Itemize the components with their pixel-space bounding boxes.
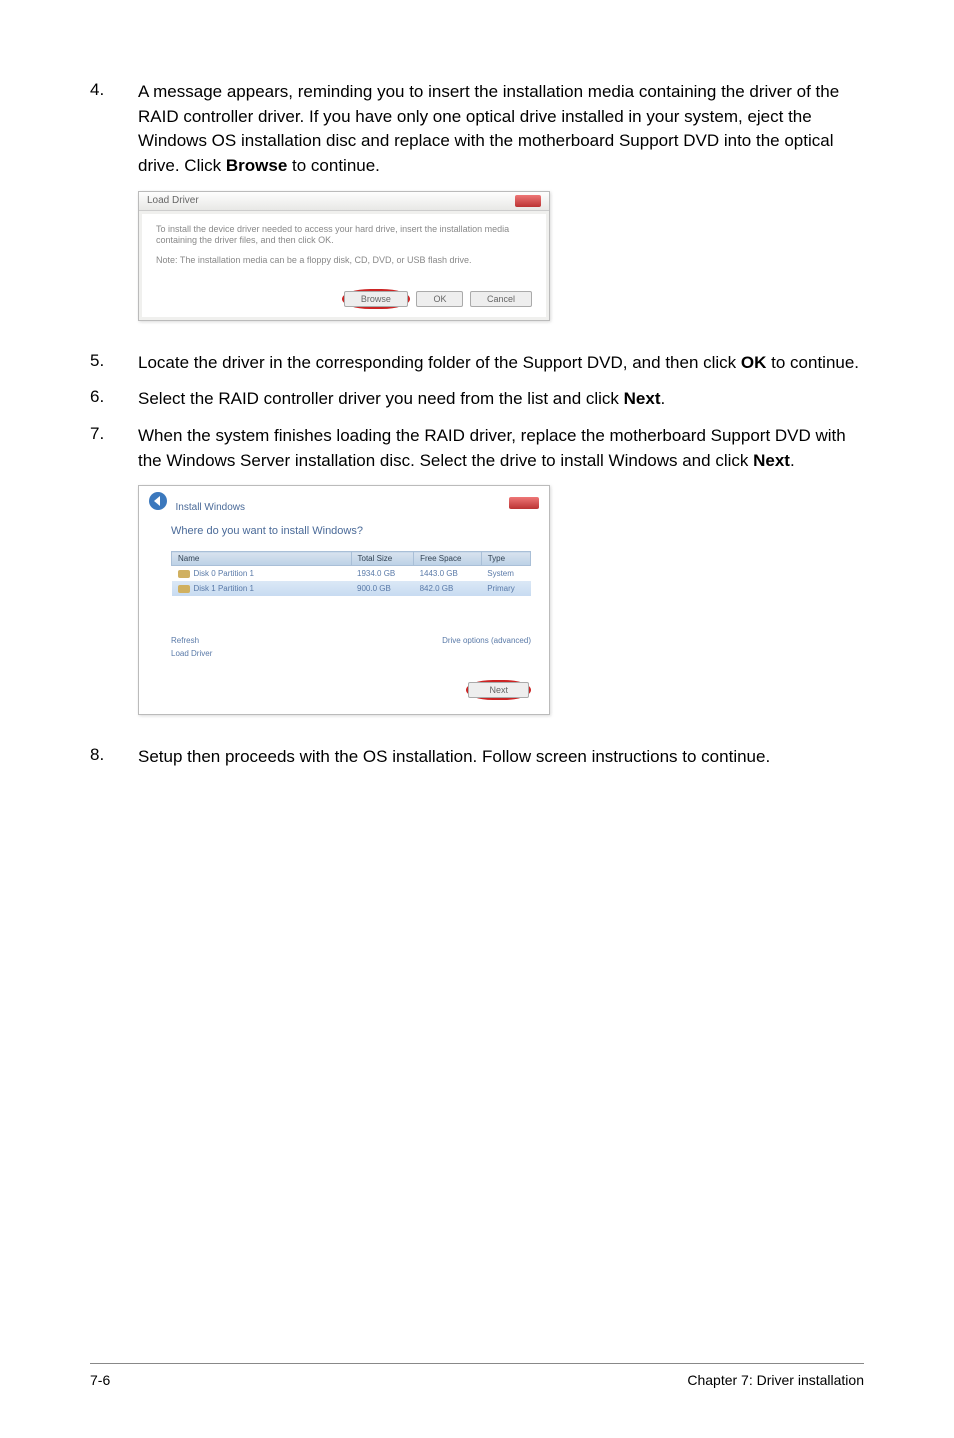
step-number: 6. — [90, 387, 138, 412]
step-text-a: Locate the driver in the corresponding f… — [138, 353, 741, 372]
cell-free: 842.0 GB — [414, 581, 482, 596]
step-text-b: . — [661, 389, 666, 408]
step-bold: Next — [753, 451, 790, 470]
disk-icon — [178, 570, 190, 578]
cell-name: Disk 0 Partition 1 — [194, 569, 254, 578]
cell-type: Primary — [481, 581, 530, 596]
refresh-link[interactable]: Refresh — [171, 636, 212, 645]
highlight-oval: Browse — [342, 289, 410, 309]
partition-table: Name Total Size Free Space Type Disk 0 P… — [171, 551, 531, 596]
page-number: 7-6 — [90, 1372, 110, 1388]
browse-button[interactable]: Browse — [344, 291, 408, 307]
step-text-a: When the system finishes loading the RAI… — [138, 426, 846, 470]
step-text: Setup then proceeds with the OS installa… — [138, 745, 770, 770]
load-driver-link[interactable]: Load Driver — [171, 649, 212, 658]
step-number: 4. — [90, 80, 138, 179]
disk-icon — [178, 585, 190, 593]
dialog-heading: Where do you want to install Windows? — [171, 525, 531, 537]
col-total[interactable]: Total Size — [351, 552, 414, 566]
step-number: 8. — [90, 745, 138, 770]
cell-free: 1443.0 GB — [414, 566, 482, 582]
page-footer: 7-6 Chapter 7: Driver installation — [90, 1363, 864, 1388]
dialog-text-2: Note: The installation media can be a fl… — [156, 255, 532, 267]
cell-total: 1934.0 GB — [351, 566, 414, 582]
step-bold: Next — [624, 389, 661, 408]
install-windows-dialog: Install Windows Where do you want to ins… — [138, 485, 550, 715]
cell-name: Disk 1 Partition 1 — [194, 584, 254, 593]
step-bold: OK — [741, 353, 767, 372]
step-text: A message appears, reminding you to inse… — [138, 80, 864, 179]
dialog-text-1: To install the device driver needed to a… — [156, 224, 532, 247]
close-icon[interactable] — [509, 497, 539, 509]
col-name[interactable]: Name — [172, 552, 352, 566]
step-number: 5. — [90, 351, 138, 376]
dialog-titlebar: Install Windows — [139, 486, 549, 515]
step-bold: Browse — [226, 156, 287, 175]
cell-type: System — [481, 566, 530, 582]
close-icon[interactable] — [515, 195, 541, 207]
step-text-a: Select the RAID controller driver you ne… — [138, 389, 624, 408]
col-type[interactable]: Type — [481, 552, 530, 566]
col-free[interactable]: Free Space — [414, 552, 482, 566]
step-text: When the system finishes loading the RAI… — [138, 424, 864, 473]
step-text: Locate the driver in the corresponding f… — [138, 351, 859, 376]
cancel-button[interactable]: Cancel — [470, 291, 532, 307]
dialog-title: Install Windows — [176, 502, 245, 513]
cell-total: 900.0 GB — [351, 581, 414, 596]
chapter-title: Chapter 7: Driver installation — [687, 1372, 864, 1388]
dialog-titlebar: Load Driver — [139, 192, 549, 211]
step-number: 7. — [90, 424, 138, 473]
dialog-title: Load Driver — [147, 195, 199, 206]
load-driver-dialog: Load Driver To install the device driver… — [138, 191, 550, 321]
step-text-b: to continue. — [766, 353, 859, 372]
table-row[interactable]: Disk 0 Partition 1 1934.0 GB 1443.0 GB S… — [172, 566, 531, 582]
back-icon[interactable] — [149, 492, 167, 510]
step-text: Select the RAID controller driver you ne… — [138, 387, 665, 412]
advanced-link[interactable]: Drive options (advanced) — [442, 636, 531, 658]
highlight-oval: Next — [466, 680, 531, 700]
step-text-b: to continue. — [287, 156, 380, 175]
next-button[interactable]: Next — [468, 682, 529, 698]
step-text-b: . — [790, 451, 795, 470]
table-row[interactable]: Disk 1 Partition 1 900.0 GB 842.0 GB Pri… — [172, 581, 531, 596]
step-text-a: Setup then proceeds with the OS installa… — [138, 747, 770, 766]
ok-button[interactable]: OK — [416, 291, 463, 307]
